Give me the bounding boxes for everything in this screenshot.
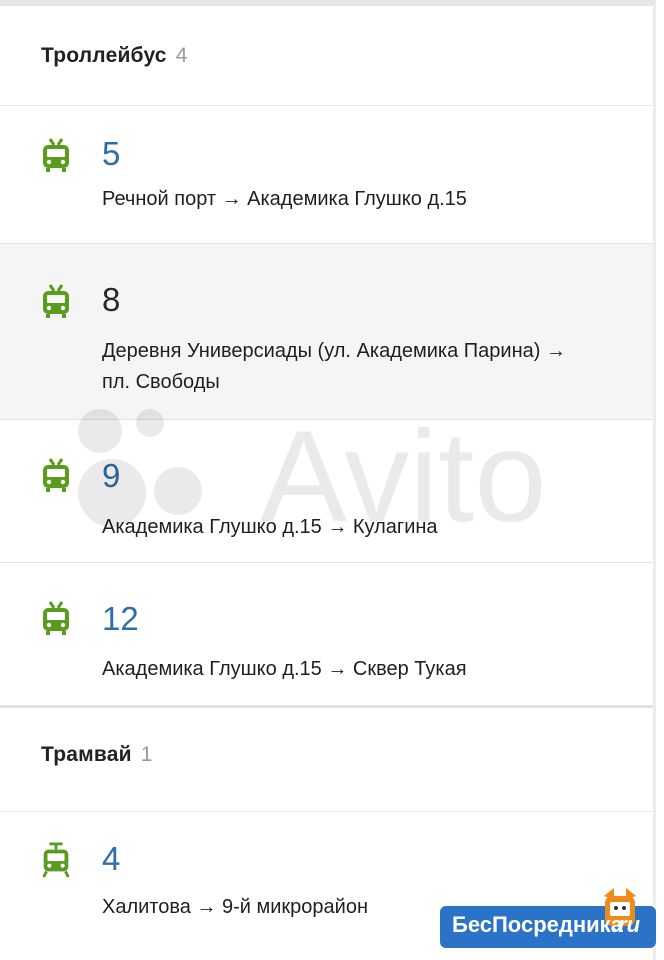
route-number[interactable]: 12 bbox=[102, 601, 139, 637]
route-direction: Деревня Универсиады (ул. Академика Парин… bbox=[102, 340, 566, 393]
route-number[interactable]: 4 bbox=[102, 841, 120, 877]
trolleybus-icon bbox=[43, 601, 69, 635]
trolleybus-icon bbox=[43, 458, 69, 492]
section-title: Троллейбус bbox=[41, 44, 167, 67]
route-item[interactable]: 8 Деревня Универсиады (ул. Академика Пар… bbox=[0, 244, 653, 420]
route-direction: Академика Глушко д.15 → Кулагина bbox=[102, 516, 438, 538]
logo-text: БесПосредника bbox=[452, 912, 623, 937]
route-direction: Речной порт → Академика Глушко д.15 bbox=[102, 188, 467, 210]
route-number[interactable]: 8 bbox=[102, 282, 120, 318]
trolleybus-icon bbox=[43, 284, 69, 318]
tram-icon bbox=[42, 842, 70, 878]
route-number[interactable]: 5 bbox=[102, 136, 120, 172]
route-item[interactable]: 5 Речной порт → Академика Глушко д.15 bbox=[0, 106, 653, 244]
section-header-trolleybus: Троллейбус 4 bbox=[0, 6, 653, 106]
route-item[interactable]: 9 Академика Глушко д.15 → Кулагина bbox=[0, 420, 653, 563]
section-header-tram: Трамвай 1 bbox=[0, 706, 653, 812]
section-count: 4 bbox=[175, 44, 188, 67]
route-item[interactable]: 12 Академика Глушко д.15 → Сквер Тукая bbox=[0, 563, 653, 706]
trolleybus-icon bbox=[43, 138, 69, 172]
logo-suffix: .ru bbox=[612, 912, 641, 937]
route-number[interactable]: 9 bbox=[102, 458, 120, 494]
section-count: 1 bbox=[140, 743, 153, 766]
besposrednika-logo: БесПосредника .ru bbox=[440, 886, 664, 960]
section-title: Трамвай bbox=[41, 743, 132, 766]
transport-panel: Троллейбус 4 5 Речной порт → Академика Г… bbox=[0, 0, 656, 960]
route-direction: Академика Глушко д.15 → Сквер Тукая bbox=[102, 658, 467, 680]
